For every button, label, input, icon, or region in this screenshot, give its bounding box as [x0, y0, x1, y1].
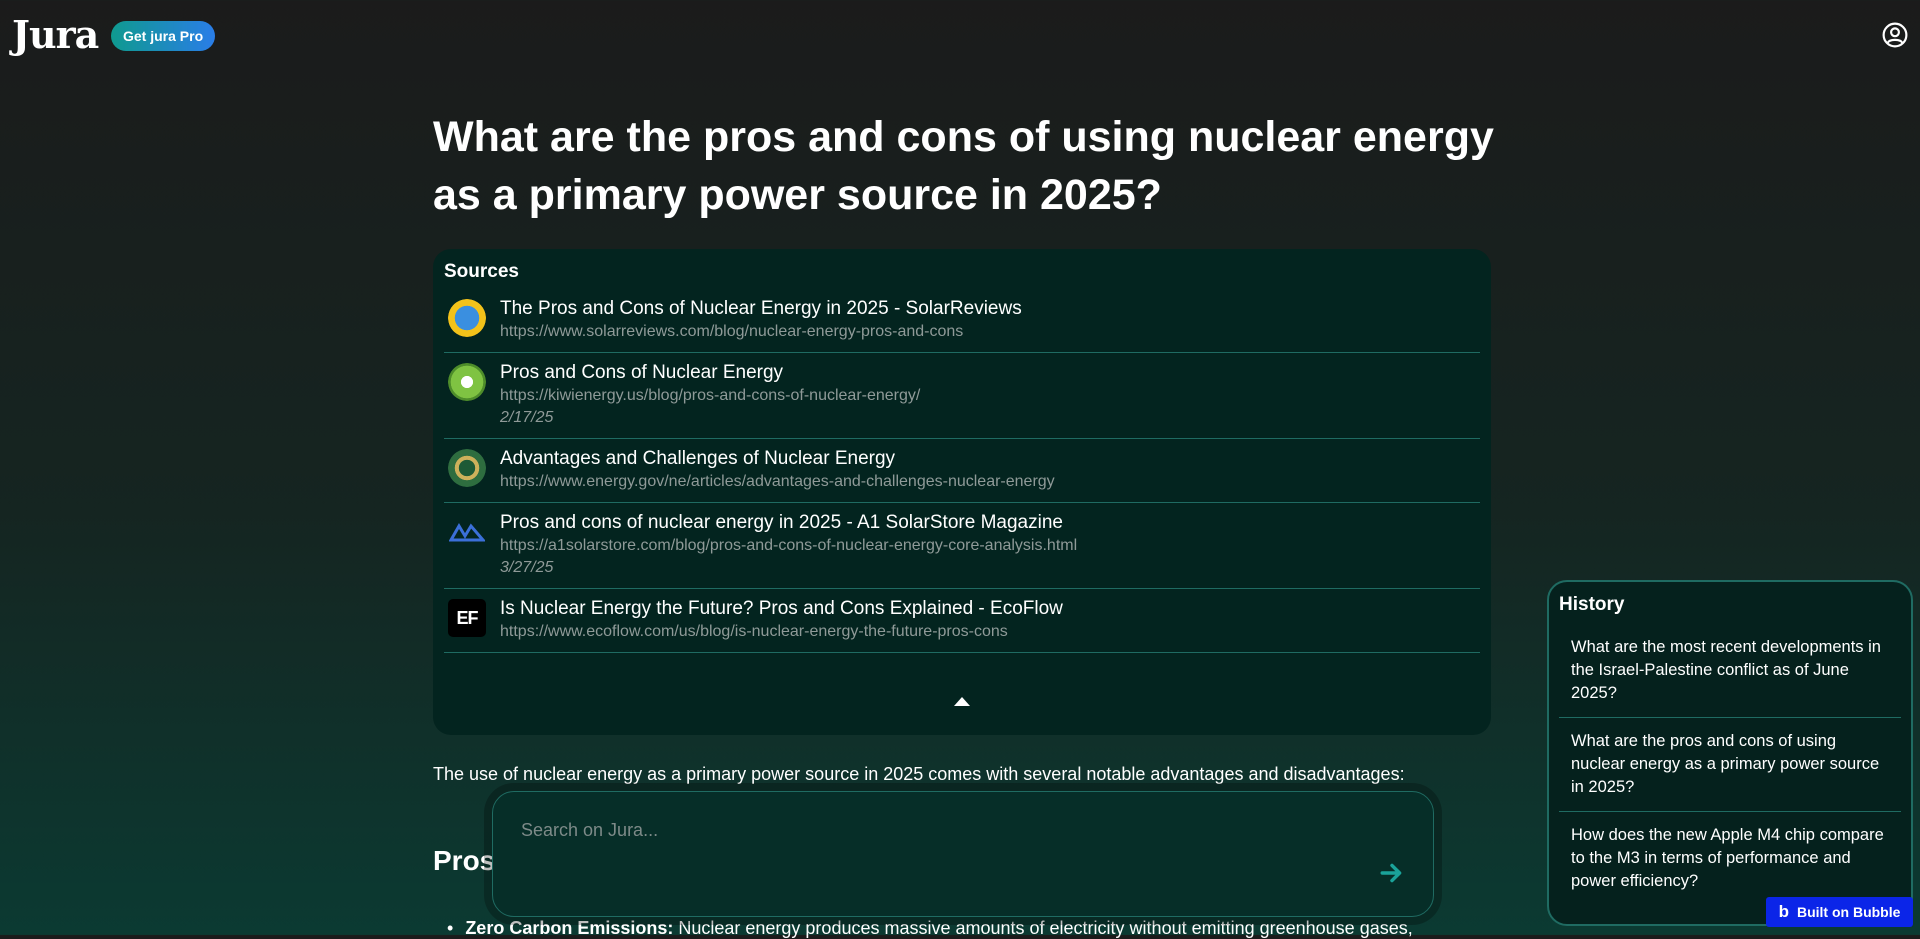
solarreviews-favicon-icon: [448, 299, 486, 337]
source-url[interactable]: https://www.solarreviews.com/blog/nuclea…: [500, 321, 1022, 343]
search-box: [492, 791, 1434, 917]
badge-label: Built on Bubble: [1796, 904, 1901, 920]
source-url[interactable]: https://kiwienergy.us/blog/pros-and-cons…: [500, 385, 920, 407]
answer-intro: The use of nuclear energy as a primary p…: [433, 764, 1405, 784]
source-url[interactable]: https://a1solarstore.com/blog/pros-and-c…: [500, 535, 1077, 557]
source-item[interactable]: Advantages and Challenges of Nuclear Ene…: [444, 439, 1480, 503]
source-item[interactable]: Pros and cons of nuclear energy in 2025 …: [444, 503, 1480, 589]
source-date: 3/27/25: [500, 559, 554, 576]
built-on-bubble-badge[interactable]: b Built on Bubble: [1766, 897, 1913, 927]
history-item[interactable]: How does the new Apple M4 chip compare t…: [1559, 824, 1901, 905]
history-heading: History: [1559, 594, 1625, 615]
source-item[interactable]: EF Is Nuclear Energy the Future? Pros an…: [444, 589, 1480, 653]
top-bar: Jura Get jura Pro: [0, 0, 1920, 72]
energy-gov-favicon-icon: [448, 449, 486, 487]
source-title[interactable]: Is Nuclear Energy the Future? Pros and C…: [500, 597, 1063, 621]
pros-heading: Pros: [433, 845, 496, 876]
bubble-logo-icon: b: [1778, 902, 1789, 921]
source-title[interactable]: Pros and Cons of Nuclear Energy: [500, 361, 920, 385]
list-item: Zero Carbon Emissions: Nuclear energy pr…: [447, 918, 1447, 939]
source-item[interactable]: Pros and Cons of Nuclear Energy https://…: [444, 353, 1480, 439]
sources-panel: Sources The Pros and Cons of Nuclear Ene…: [433, 249, 1491, 735]
sources-heading: Sources: [444, 261, 519, 282]
get-pro-button[interactable]: Get jura Pro: [111, 21, 216, 51]
history-panel: History What are the most recent develop…: [1547, 580, 1913, 926]
source-url[interactable]: https://www.energy.gov/ne/articles/advan…: [500, 471, 1055, 493]
kiwienergy-favicon-icon: [448, 363, 486, 401]
jura-logo[interactable]: Jura: [12, 12, 99, 57]
bullet-text: Nuclear energy produces massive amounts …: [673, 918, 1413, 938]
source-title[interactable]: The Pros and Cons of Nuclear Energy in 2…: [500, 297, 1022, 321]
bullet-term: Zero Carbon Emissions:: [465, 918, 674, 938]
history-item[interactable]: What are the most recent developments in…: [1559, 636, 1901, 718]
arrow-right-icon[interactable]: [1379, 860, 1405, 886]
source-url[interactable]: https://www.ecoflow.com/us/blog/is-nucle…: [500, 621, 1063, 643]
source-item[interactable]: The Pros and Cons of Nuclear Energy in 2…: [444, 289, 1480, 353]
triangle-up-icon[interactable]: [954, 697, 970, 706]
source-title[interactable]: Pros and cons of nuclear energy in 2025 …: [500, 511, 1077, 535]
source-date: 2/17/25: [500, 409, 554, 426]
user-circle-icon[interactable]: [1882, 22, 1908, 48]
history-item[interactable]: What are the pros and cons of using nucl…: [1559, 730, 1901, 812]
ecoflow-favicon-icon: EF: [448, 599, 486, 637]
page-title: What are the pros and cons of using nucl…: [433, 113, 1494, 219]
a1solarstore-favicon-icon: [448, 513, 486, 551]
search-input[interactable]: [519, 814, 1323, 846]
source-title[interactable]: Advantages and Challenges of Nuclear Ene…: [500, 447, 1055, 471]
